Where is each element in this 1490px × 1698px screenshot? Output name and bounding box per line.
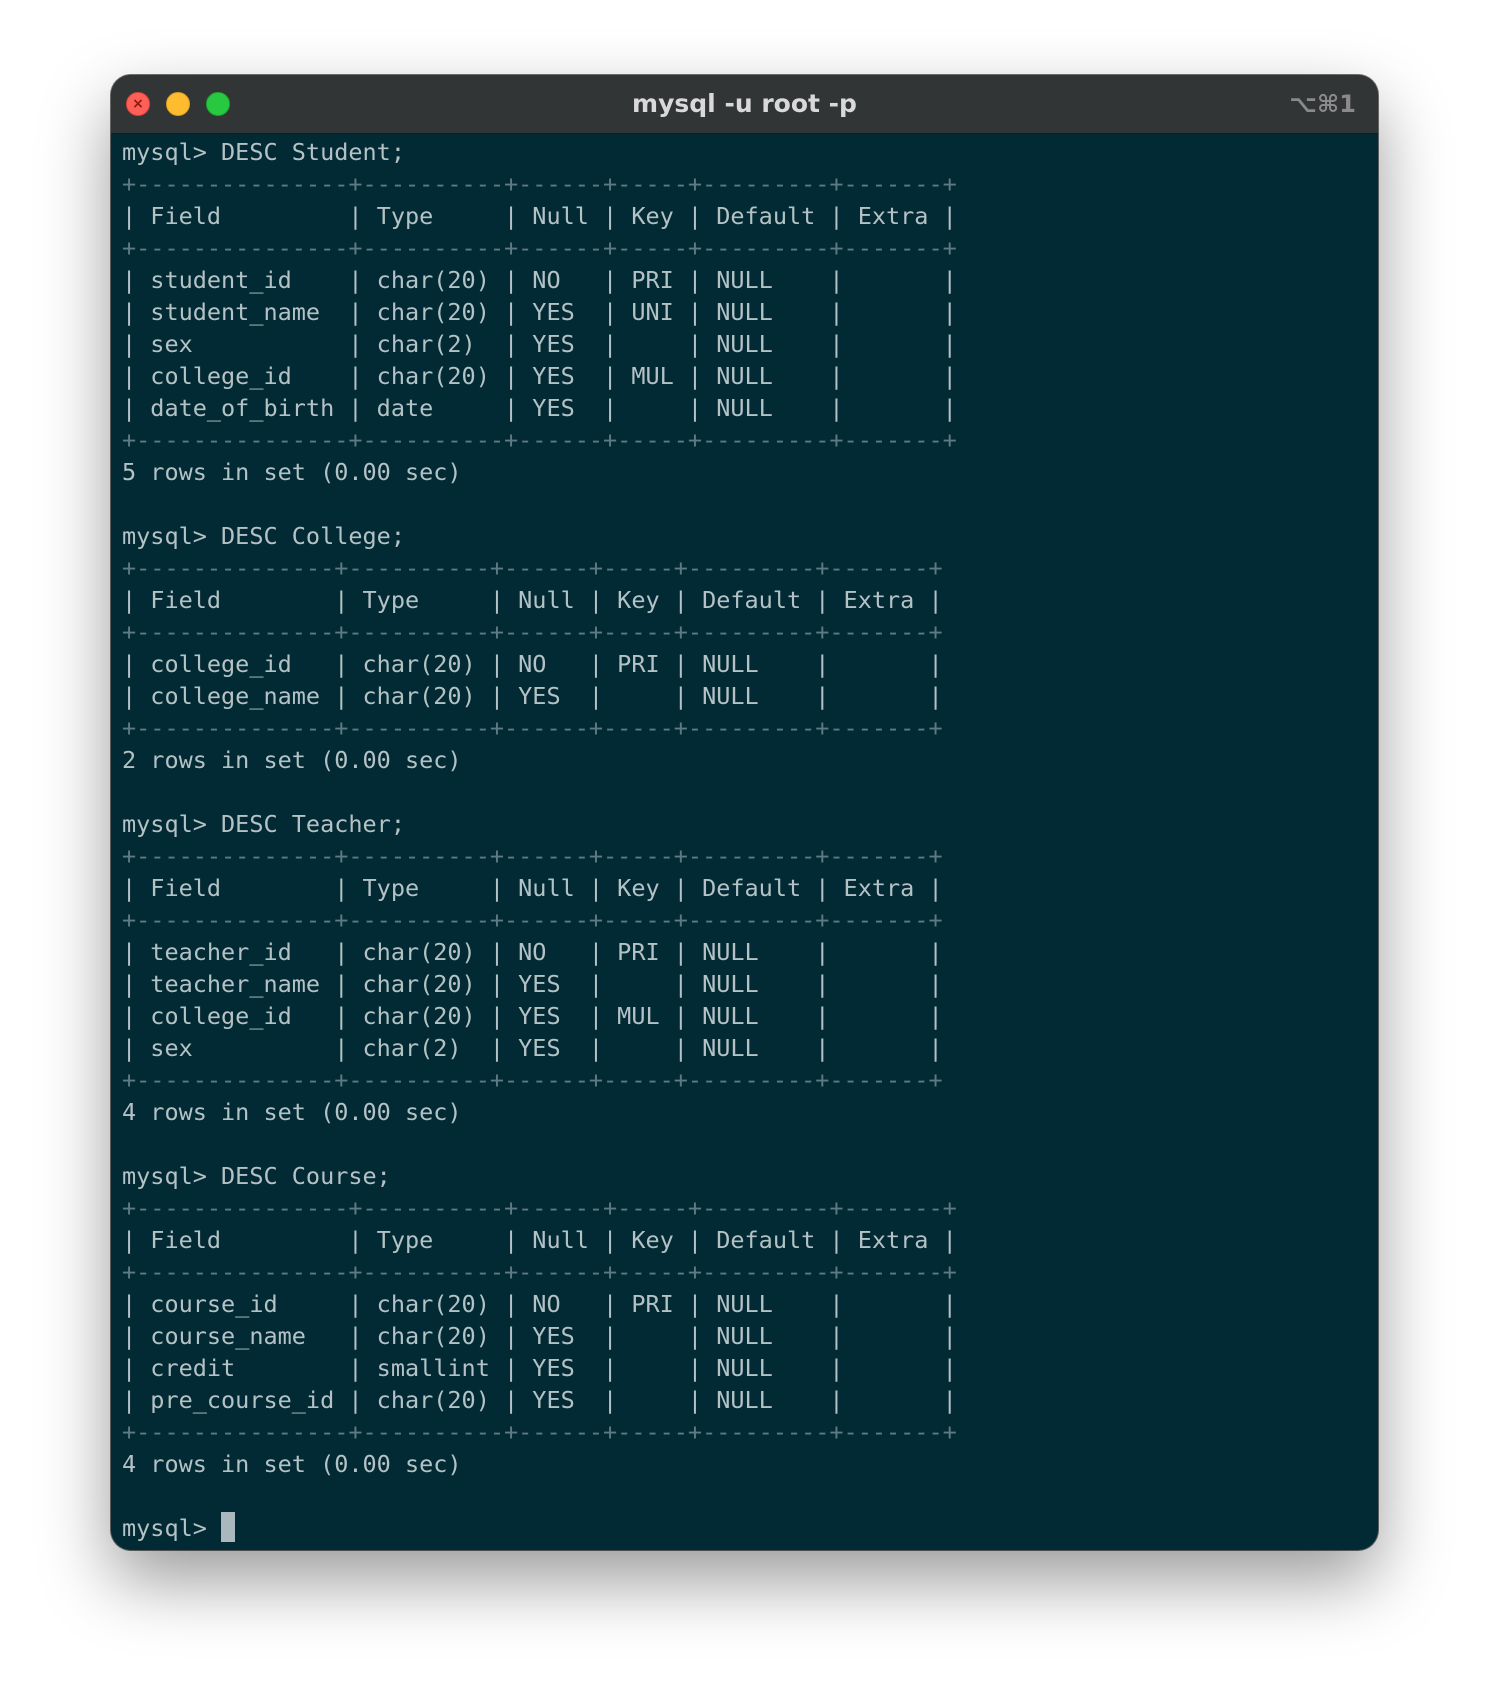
terminal-line: | college_id | char(20) | NO | PRI | NUL… (122, 650, 943, 678)
terminal-line: | Field | Type | Null | Key | Default | … (122, 586, 943, 614)
terminal-line: +--------------+----------+------+-----+… (122, 554, 943, 582)
terminal-line: +---------------+----------+------+-----… (122, 1258, 957, 1286)
terminal-line: 5 rows in set (0.00 sec) (122, 458, 462, 486)
terminal-line: | sex | char(2) | YES | | NULL | | (122, 330, 957, 358)
terminal-line: +---------------+----------+------+-----… (122, 234, 957, 262)
terminal-line: | college_id | char(20) | YES | MUL | NU… (122, 1002, 943, 1030)
terminal-line: +--------------+----------+------+-----+… (122, 842, 943, 870)
terminal-line: | course_id | char(20) | NO | PRI | NULL… (122, 1290, 957, 1318)
terminal-line: | Field | Type | Null | Key | Default | … (122, 874, 943, 902)
terminal-line: | teacher_name | char(20) | YES | | NULL… (122, 970, 943, 998)
window-shortcut: ⌥⌘1 (1289, 90, 1356, 118)
prompt-line[interactable]: mysql> (122, 1512, 1378, 1544)
terminal-line: | date_of_birth | date | YES | | NULL | … (122, 394, 957, 422)
terminal-line: | course_name | char(20) | YES | | NULL … (122, 1322, 957, 1350)
terminal-line: | sex | char(2) | YES | | NULL | | (122, 1034, 943, 1062)
terminal-line: | college_id | char(20) | YES | MUL | NU… (122, 362, 957, 390)
terminal-line: +---------------+----------+------+-----… (122, 170, 957, 198)
terminal-line: mysql> DESC Course; (122, 1162, 391, 1190)
terminal-line: | Field | Type | Null | Key | Default | … (122, 1226, 957, 1254)
terminal-window[interactable]: × mysql -u root -p ⌥⌘1 mysql> DESC Stude… (111, 75, 1378, 1550)
prompt-text: mysql> (122, 1514, 222, 1542)
terminal-line: +--------------+----------+------+-----+… (122, 714, 943, 742)
window-title: mysql -u root -p (632, 89, 857, 118)
terminal-line: mysql> DESC College; (122, 522, 405, 550)
terminal-output[interactable]: mysql> DESC Student; +---------------+---… (122, 133, 1378, 1550)
terminal-line: | student_name | char(20) | YES | UNI | … (122, 298, 957, 326)
terminal-line: 4 rows in set (0.00 sec) (122, 1098, 462, 1126)
terminal-line: mysql> DESC Student; (122, 138, 405, 166)
terminal-line: | teacher_id | char(20) | NO | PRI | NUL… (122, 938, 943, 966)
terminal-line: 2 rows in set (0.00 sec) (122, 746, 462, 774)
terminal-line: +--------------+----------+------+-----+… (122, 906, 943, 934)
terminal-line: +--------------+----------+------+-----+… (122, 1066, 943, 1094)
text-cursor (221, 1512, 236, 1542)
terminal-line: | credit | smallint | YES | | NULL | | (122, 1354, 957, 1382)
terminal-line: | Field | Type | Null | Key | Default | … (122, 202, 957, 230)
terminal-line: +--------------+----------+------+-----+… (122, 618, 943, 646)
terminal-line: mysql> DESC Teacher; (122, 810, 405, 838)
terminal-line: +---------------+----------+------+-----… (122, 1418, 957, 1446)
terminal-line: +---------------+----------+------+-----… (122, 1194, 957, 1222)
terminal-line: | pre_course_id | char(20) | YES | | NUL… (122, 1386, 957, 1414)
terminal-line: +---------------+----------+------+-----… (122, 426, 957, 454)
terminal-line: 4 rows in set (0.00 sec) (122, 1450, 462, 1478)
terminal-line: | college_name | char(20) | YES | | NULL… (122, 682, 943, 710)
terminal-line: | student_id | char(20) | NO | PRI | NUL… (122, 266, 957, 294)
title-bar[interactable]: × mysql -u root -p ⌥⌘1 (111, 75, 1378, 134)
